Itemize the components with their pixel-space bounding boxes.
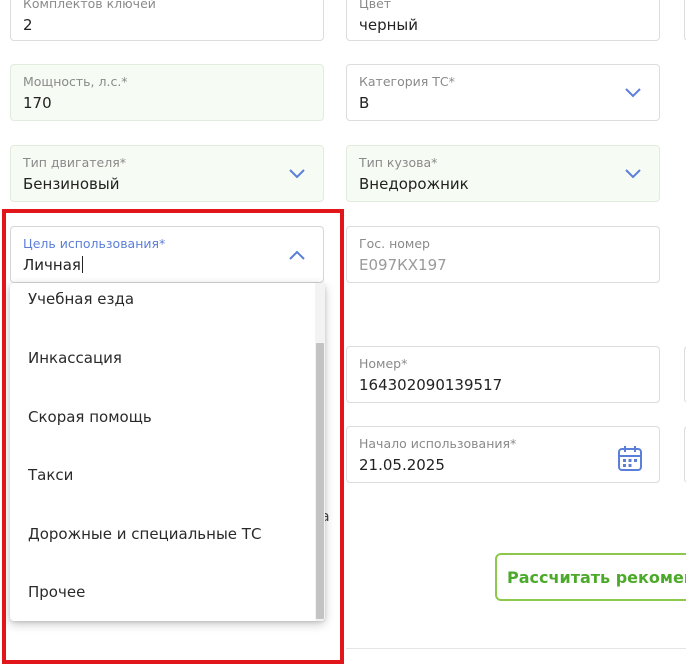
body-type-value: Внедорожник xyxy=(359,175,469,193)
plate-number-label: Гос. номер xyxy=(359,236,430,251)
chevron-down-icon[interactable] xyxy=(625,88,641,98)
plate-number-field[interactable]: Гос. номер Е097КХ197 xyxy=(346,226,660,283)
body-type-select[interactable]: Тип кузова* Внедорожник xyxy=(346,145,660,202)
power-value: 170 xyxy=(23,94,52,112)
keys-count-field[interactable]: Комплектов ключей 2 xyxy=(10,0,324,41)
highlight-box xyxy=(2,209,344,664)
category-select[interactable]: Категория ТС* B xyxy=(346,64,660,121)
color-field[interactable]: Цвет черный xyxy=(346,0,660,41)
calendar-icon[interactable] xyxy=(617,444,643,472)
divider xyxy=(346,648,686,649)
document-number-label: Номер* xyxy=(359,356,408,371)
calculate-recommendation-button[interactable]: Рассчитать рекоменд xyxy=(495,553,686,601)
keys-count-value: 2 xyxy=(23,16,33,34)
usage-start-label: Начало использования* xyxy=(359,436,517,451)
color-value: черный xyxy=(359,16,419,34)
engine-type-select[interactable]: Тип двигателя* Бензиновый xyxy=(10,145,324,202)
power-field[interactable]: Мощность, л.с.* 170 xyxy=(10,64,324,121)
chevron-down-icon[interactable] xyxy=(625,169,641,179)
power-label: Мощность, л.с.* xyxy=(23,74,128,89)
engine-type-value: Бензиновый xyxy=(23,175,120,193)
category-value: B xyxy=(359,94,370,112)
color-label: Цвет xyxy=(359,0,392,11)
engine-type-label: Тип двигателя* xyxy=(23,155,126,170)
usage-start-date-field[interactable]: Начало использования* 21.05.2025 xyxy=(346,426,660,483)
keys-count-label: Комплектов ключей xyxy=(23,0,156,11)
chevron-down-icon[interactable] xyxy=(289,169,305,179)
body-type-label: Тип кузова* xyxy=(359,155,438,170)
document-number-field[interactable]: Номер* 16430209013951​7 xyxy=(346,346,660,403)
category-label: Категория ТС* xyxy=(359,74,455,89)
usage-start-value: 21.05.2025 xyxy=(359,456,445,474)
document-number-value: 16430209013951​7 xyxy=(359,376,503,394)
plate-number-placeholder: Е097КХ197 xyxy=(359,256,447,274)
